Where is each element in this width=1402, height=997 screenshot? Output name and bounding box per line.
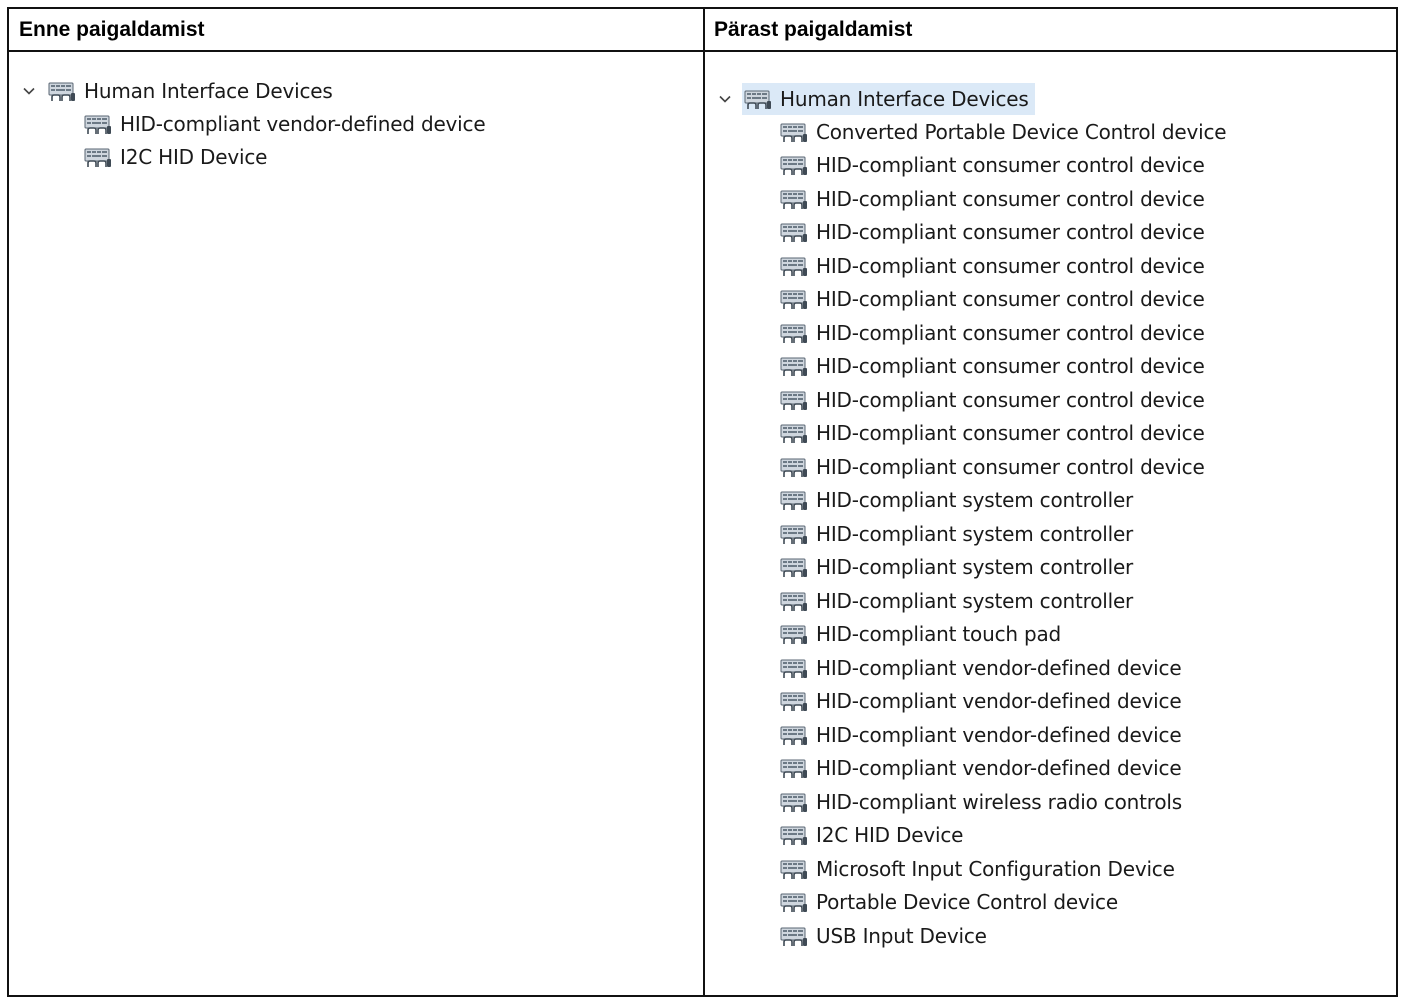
hid-device-icon — [780, 154, 808, 176]
device-item-label: HID-compliant vendor-defined device — [816, 756, 1182, 781]
device-item-label: HID-compliant consumer control device — [816, 220, 1205, 245]
device-item[interactable]: Portable Device Control device — [780, 886, 1226, 920]
hid-device-icon — [780, 657, 808, 679]
device-item[interactable]: HID-compliant consumer control device — [780, 283, 1226, 317]
device-item-label: HID-compliant system controller — [816, 488, 1134, 513]
device-item[interactable]: HID-compliant consumer control device — [780, 383, 1226, 417]
hid-device-icon — [48, 80, 76, 102]
chevron-down-icon[interactable] — [714, 88, 736, 110]
tree-node-human-interface-devices[interactable]: Human Interface Devices — [18, 74, 485, 107]
hid-device-icon — [780, 288, 808, 310]
device-item-label: Portable Device Control device — [816, 890, 1118, 915]
chevron-down-icon[interactable] — [18, 80, 40, 102]
device-item[interactable]: HID-compliant consumer control device — [780, 182, 1226, 216]
device-item[interactable]: HID-compliant vendor-defined device — [780, 651, 1226, 685]
hid-device-icon — [780, 858, 808, 880]
device-item-label: HID-compliant system controller — [816, 588, 1134, 613]
hid-device-icon — [744, 88, 772, 110]
device-item-label: HID-compliant vendor-defined device — [120, 111, 486, 136]
device-item[interactable]: I2C HID Device — [84, 141, 485, 175]
device-item[interactable]: USB Input Device — [780, 919, 1226, 953]
hid-device-icon — [780, 422, 808, 444]
hid-device-icon — [84, 113, 112, 135]
hid-device-icon — [780, 824, 808, 846]
device-item-label: HID-compliant consumer control device — [816, 287, 1205, 312]
hid-device-icon — [780, 690, 808, 712]
tree-children: Converted Portable Device Control device… — [780, 115, 1227, 953]
device-item-label: HID-compliant consumer control device — [816, 387, 1205, 412]
device-item-label: HID-compliant system controller — [816, 555, 1134, 580]
hid-device-icon — [780, 389, 808, 411]
device-item-label: HID-compliant consumer control device — [816, 354, 1205, 379]
tree-children: HID-compliant vendor-defined device I2C H… — [84, 107, 486, 175]
hid-device-icon — [780, 724, 808, 746]
device-item-label: HID-compliant consumer control device — [816, 253, 1205, 278]
device-item[interactable]: HID-compliant vendor-defined device — [780, 752, 1226, 786]
device-item[interactable]: HID-compliant consumer control device — [780, 450, 1226, 484]
device-item[interactable]: HID-compliant system controller — [780, 584, 1226, 618]
hid-device-icon — [780, 322, 808, 344]
device-item[interactable]: HID-compliant system controller — [780, 551, 1226, 585]
hid-device-icon — [780, 221, 808, 243]
device-item[interactable]: HID-compliant consumer control device — [780, 216, 1226, 250]
header-before: Enne paigaldamist — [19, 17, 205, 41]
hid-device-icon — [780, 623, 808, 645]
hid-device-icon — [780, 757, 808, 779]
header-after: Pärast paigaldamist — [714, 17, 913, 41]
device-item-label: HID-compliant vendor-defined device — [816, 722, 1182, 747]
device-item[interactable]: HID-compliant vendor-defined device — [780, 685, 1226, 719]
device-item-label: HID-compliant vendor-defined device — [816, 689, 1182, 714]
device-item[interactable]: HID-compliant consumer control device — [780, 316, 1226, 350]
device-tree-before: Human Interface Devices HID-compliant ve… — [18, 74, 486, 175]
device-item-label: HID-compliant wireless radio controls — [816, 789, 1182, 814]
hid-device-icon — [780, 355, 808, 377]
device-item-label: HID-compliant consumer control device — [816, 320, 1205, 345]
device-item[interactable]: HID-compliant vendor-defined device — [780, 718, 1226, 752]
hid-device-icon — [780, 556, 808, 578]
hid-device-icon — [780, 590, 808, 612]
device-item[interactable]: HID-compliant touch pad — [780, 618, 1226, 652]
device-item-label: USB Input Device — [816, 923, 987, 948]
device-item[interactable]: HID-compliant consumer control device — [780, 149, 1226, 183]
device-item-label: HID-compliant vendor-defined device — [816, 655, 1182, 680]
device-item[interactable]: HID-compliant system controller — [780, 517, 1226, 551]
device-item-label: HID-compliant consumer control device — [816, 454, 1205, 479]
device-item[interactable]: HID-compliant consumer control device — [780, 249, 1226, 283]
device-item[interactable]: HID-compliant wireless radio controls — [780, 785, 1226, 819]
device-item-label: HID-compliant system controller — [816, 521, 1134, 546]
hid-device-icon — [780, 523, 808, 545]
hid-device-icon — [780, 791, 808, 813]
device-item-label: I2C HID Device — [816, 823, 964, 848]
hid-device-icon — [780, 188, 808, 210]
device-item[interactable]: HID-compliant consumer control device — [780, 350, 1226, 384]
device-item-label: HID-compliant touch pad — [816, 622, 1062, 647]
device-item-label: HID-compliant consumer control device — [816, 421, 1205, 446]
device-item[interactable]: Microsoft Input Configuration Device — [780, 852, 1226, 886]
device-item-label: HID-compliant consumer control device — [816, 153, 1205, 178]
device-item[interactable]: Converted Portable Device Control device — [780, 115, 1227, 149]
device-item[interactable]: HID-compliant system controller — [780, 484, 1226, 518]
device-item-label: Microsoft Input Configuration Device — [816, 856, 1175, 881]
tree-node-human-interface-devices[interactable]: Human Interface Devices — [714, 82, 1226, 115]
tree-node-label-wrap: Human Interface Devices — [46, 75, 339, 107]
tree-node-label-wrap: Human Interface Devices — [742, 82, 1035, 115]
hid-device-icon — [780, 255, 808, 277]
device-item-label: I2C HID Device — [120, 145, 268, 170]
header-divider — [7, 50, 1398, 52]
device-item[interactable]: HID-compliant consumer control device — [780, 417, 1226, 451]
hid-device-icon — [780, 456, 808, 478]
device-item-label: Converted Portable Device Control device — [816, 119, 1227, 144]
hid-device-icon — [780, 121, 808, 143]
device-tree-after: Human Interface Devices Converted Portab… — [714, 82, 1227, 953]
hid-device-icon — [780, 925, 808, 947]
tree-node-label: Human Interface Devices — [84, 78, 333, 103]
device-item[interactable]: HID-compliant vendor-defined device — [84, 107, 486, 141]
tree-node-label: Human Interface Devices — [780, 86, 1029, 111]
column-divider — [703, 7, 705, 997]
hid-device-icon — [780, 489, 808, 511]
hid-device-icon — [84, 146, 112, 168]
device-item-label: HID-compliant consumer control device — [816, 186, 1205, 211]
hid-device-icon — [780, 891, 808, 913]
device-item[interactable]: I2C HID Device — [780, 819, 1226, 853]
